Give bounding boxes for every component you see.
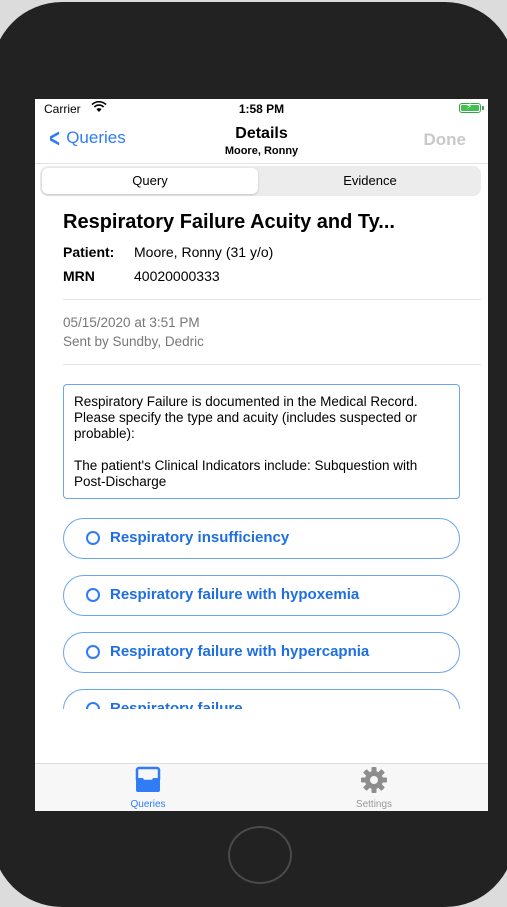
sent-timestamp: 05/15/2020 at 3:51 PM [63,315,200,330]
answer-option[interactable]: Respiratory failure [63,689,460,709]
answer-option-label: Respiratory insufficiency [110,529,290,546]
tab-bar: Queries Settings [35,763,488,811]
home-button[interactable] [228,826,292,884]
tab-label-settings: Settings [355,799,393,810]
clinical-indicators-text: The patient's Clinical Indicators includ… [74,458,418,489]
divider [63,364,481,365]
mrn-value: 40020000333 [134,268,220,284]
divider [63,299,481,300]
question-text-box: Respiratory Failure is documented in the… [63,384,460,499]
tab-queries[interactable]: Queries [88,766,208,810]
radio-circle-icon [86,702,100,709]
radio-circle-icon [86,588,100,602]
answer-option[interactable]: Respiratory insufficiency [63,518,460,559]
query-title: Respiratory Failure Acuity and Ty... [63,211,395,233]
tray-icon [135,766,161,792]
mrn-row: MRN 40020000333 [63,268,220,284]
patient-label: Patient: [63,244,115,260]
tab-label-queries: Queries [130,799,166,810]
patient-value: Moore, Ronny (31 y/o) [134,244,274,260]
patient-row: Patient: Moore, Ronny (31 y/o) [63,244,273,260]
app-screen: Carrier 1:58 PM ⚡ < Queries Details Moor… [35,99,488,811]
question-text: Respiratory Failure is documented in the… [74,394,418,441]
answer-option-label: Respiratory failure [110,700,243,709]
sent-by: Sent by Sundby, Dedric [63,334,204,349]
answer-option-label: Respiratory failure with hypoxemia [110,586,360,603]
radio-circle-icon [86,531,100,545]
answer-option[interactable]: Respiratory failure with hypoxemia [63,575,460,616]
mrn-label: MRN [63,268,95,284]
answer-option-label: Respiratory failure with hypercapnia [110,643,370,660]
tab-settings[interactable]: Settings [314,766,434,810]
radio-circle-icon [86,645,100,659]
gear-icon [361,767,387,793]
answer-option[interactable]: Respiratory failure with hypercapnia [63,632,460,673]
scroll-content: Respiratory Failure Acuity and Ty... Pat… [35,99,488,709]
